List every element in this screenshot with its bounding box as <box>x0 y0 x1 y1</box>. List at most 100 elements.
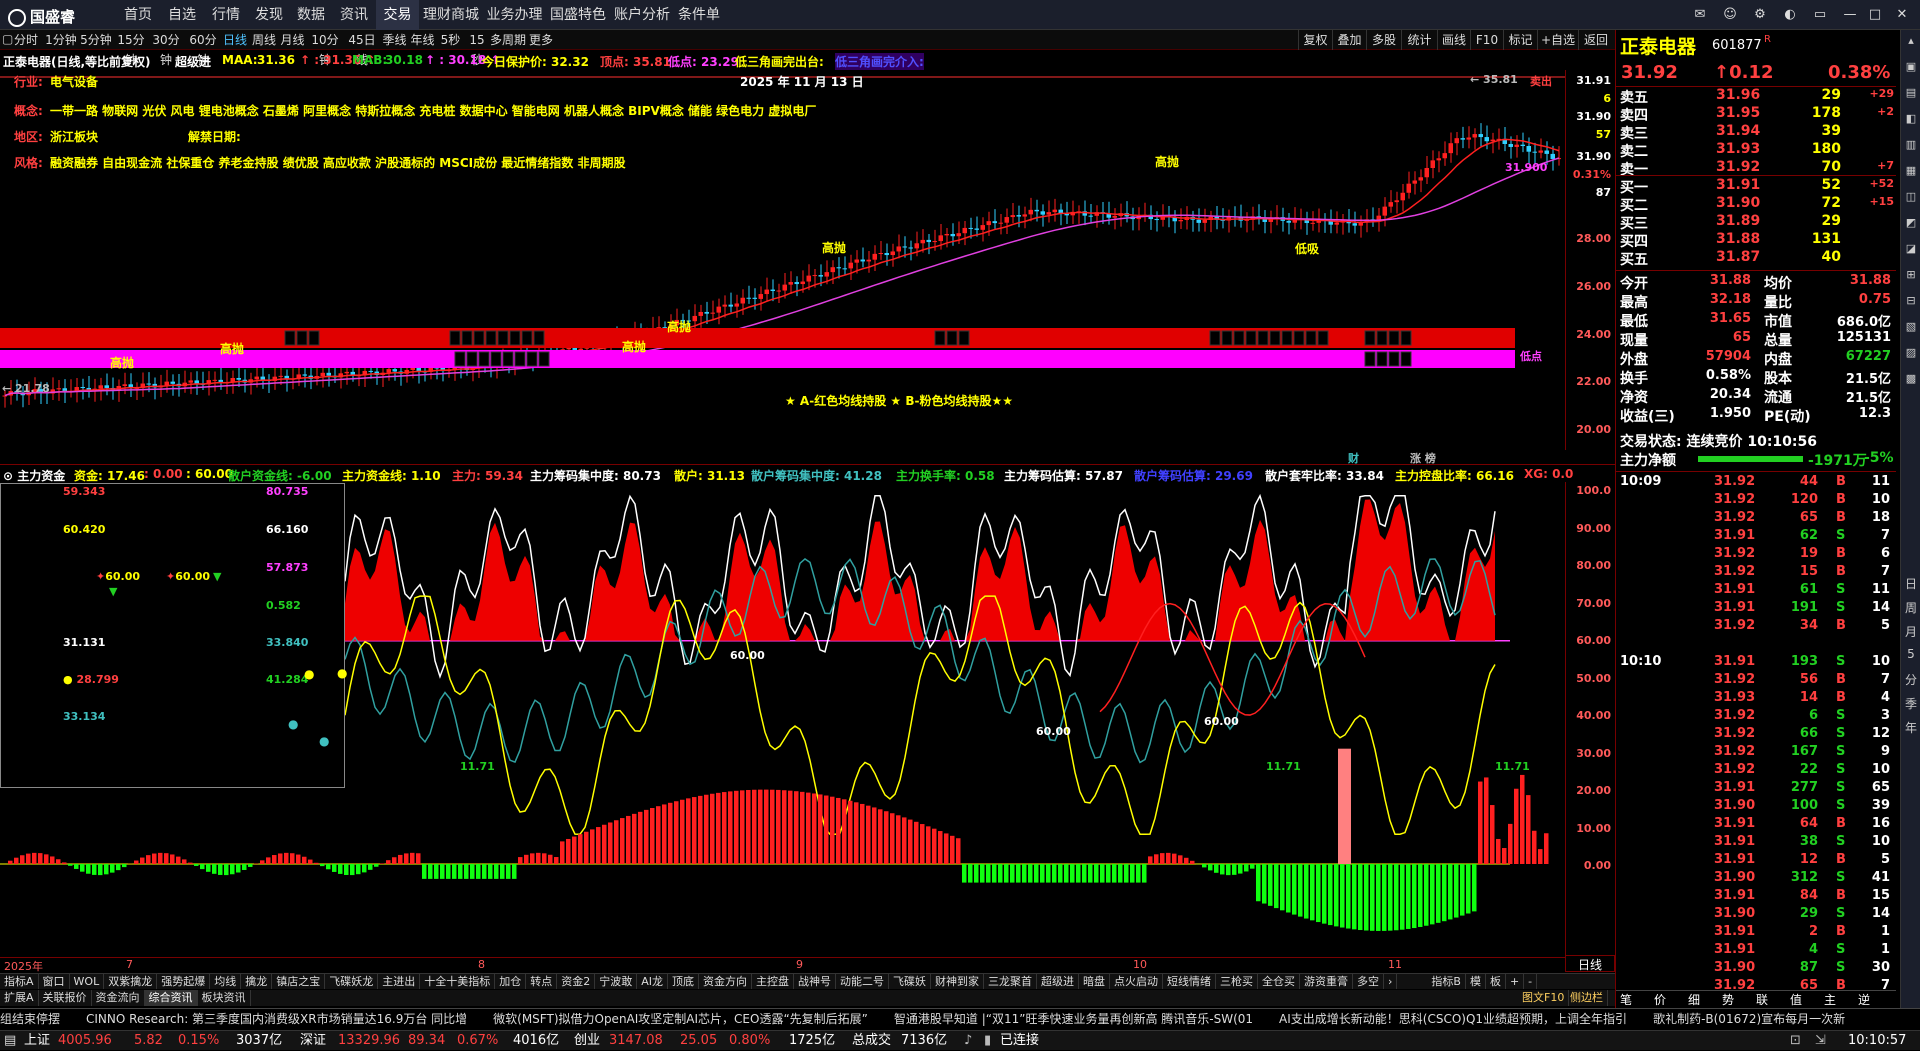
period-5[interactable]: 60分钟 <box>184 30 222 50</box>
sidebar-tool-icon-5[interactable]: ▦ <box>1901 164 1920 177</box>
period-15[interactable]: 多周期 <box>490 30 526 50</box>
detail-tab-4[interactable]: 联 <box>1756 991 1768 1008</box>
ind-tab-26[interactable]: 点火启动 <box>1110 974 1163 989</box>
sidebar-tool-icon-12[interactable]: ▨ <box>1901 346 1920 359</box>
news-item-2[interactable]: 微软(MSFT)拟借力OpenAI攻坚定制AI芯片，CEO透露“先复制后拓展” <box>493 1012 868 1026</box>
ind-tab-15[interactable]: AI龙 <box>637 974 668 989</box>
detail-tab-6[interactable]: 主 <box>1824 991 1836 1008</box>
cy-label[interactable]: 创业 <box>574 1031 600 1051</box>
info-tab-2[interactable]: 资金流向 <box>92 990 145 1006</box>
ind-tab-right-1[interactable]: 模 <box>1466 974 1486 989</box>
tool-0[interactable]: 复权 <box>1298 30 1332 50</box>
nav-11[interactable]: 条件单 <box>674 0 724 30</box>
period-1[interactable]: 1分钟 <box>44 30 78 50</box>
nav-8[interactable]: 业务办理 <box>483 0 546 30</box>
ind-tab-12[interactable]: 转点 <box>526 974 557 989</box>
period-4[interactable]: 30分钟 <box>148 30 184 50</box>
ind-tab-1[interactable]: 窗口 <box>39 974 70 989</box>
ind-tab-30[interactable]: 游资重膏 <box>1300 974 1353 989</box>
nav-6[interactable]: 交易 <box>376 0 419 30</box>
ind-tab-right-0[interactable]: 指标B <box>1427 974 1466 989</box>
ind-tab-5[interactable]: 均线 <box>210 974 241 989</box>
bell-icon[interactable]: ♪ <box>964 1031 972 1051</box>
app-logo[interactable]: 国盛睿 <box>8 6 75 27</box>
tool-6[interactable]: 标记 <box>1503 30 1537 50</box>
detail-tab-5[interactable]: 值 <box>1790 991 1802 1008</box>
sidebar-period-2[interactable]: 月 <box>1901 623 1920 640</box>
layout-icon[interactable]: ▭ <box>1810 5 1830 25</box>
ind-tab-23[interactable]: 三龙聚首 <box>984 974 1037 989</box>
period-7[interactable]: 周线 <box>250 30 278 50</box>
ind-tab-27[interactable]: 短线情绪 <box>1163 974 1216 989</box>
ind-tab-7[interactable]: 镇店之宝 <box>272 974 325 989</box>
sidebar-tool-icon-7[interactable]: ◩ <box>1901 216 1920 229</box>
info-tab-3[interactable]: 综合资讯 <box>145 990 198 1006</box>
period-11[interactable]: 季线 <box>381 30 408 50</box>
ind-tab-31[interactable]: 多空 <box>1353 974 1384 989</box>
ind-tab-right-3[interactable]: + <box>1506 974 1524 989</box>
nav-5[interactable]: 资讯 <box>332 0 376 30</box>
expand-icon[interactable]: ⇲ <box>1815 1031 1826 1051</box>
ind-tab-6[interactable]: 擒龙 <box>241 974 272 989</box>
nav-2[interactable]: 行情 <box>204 0 248 30</box>
tool-1[interactable]: 叠加 <box>1332 30 1366 50</box>
tick-list[interactable]: 10:0931.9244B1131.92120B1031.9265B1831.9… <box>1616 471 1896 1013</box>
nav-0[interactable]: 首页 <box>116 0 160 30</box>
sh-label[interactable]: 上证 <box>24 1031 50 1051</box>
message-icon[interactable]: ✉ <box>1690 5 1710 25</box>
sz-label[interactable]: 深证 <box>300 1031 326 1051</box>
info-tab-right-1[interactable]: 侧边栏 <box>1566 990 1608 1006</box>
sidebar-period-0[interactable]: 日 <box>1901 575 1920 592</box>
ind-tab-14[interactable]: 宁波敢 <box>595 974 637 989</box>
ind-tab-17[interactable]: 资金方向 <box>699 974 752 989</box>
period-2[interactable]: 5分钟 <box>79 30 113 50</box>
sidebar-period-4[interactable]: 分 <box>1901 671 1920 688</box>
sidebar-tool-icon-9[interactable]: ⊞ <box>1901 268 1920 281</box>
sidebar-tool-icon-8[interactable]: ◪ <box>1901 242 1920 255</box>
nav-7[interactable]: 理财商城 <box>419 0 483 30</box>
ind-tab-right-2[interactable]: 板 <box>1486 974 1506 989</box>
tool-5[interactable]: F10 <box>1470 30 1503 50</box>
minimize-icon[interactable]: — <box>1840 5 1860 25</box>
sidebar-tool-icon-10[interactable]: ⊟ <box>1901 294 1920 307</box>
ind-tab-22[interactable]: 财神到家 <box>931 974 984 989</box>
period-6[interactable]: 日线 <box>222 30 248 50</box>
tool-8[interactable]: 返回 <box>1578 30 1613 50</box>
ind-tab-21[interactable]: 飞碟妖 <box>889 974 931 989</box>
period-12[interactable]: 年线 <box>408 30 437 50</box>
tool-7[interactable]: +自选 <box>1537 30 1578 50</box>
news-item-0[interactable]: 组结束停摆 <box>0 1012 60 1026</box>
nav-10[interactable]: 账户分析 <box>610 0 674 30</box>
ind-tab-right-4[interactable]: - <box>1524 974 1537 989</box>
sidebar-period-3[interactable]: 5 <box>1901 647 1920 661</box>
detail-tab-7[interactable]: 逆 <box>1858 991 1870 1008</box>
ind-tab-2[interactable]: WOL <box>70 974 105 989</box>
ind-tab-24[interactable]: 超级进 <box>1037 974 1079 989</box>
detail-tab-2[interactable]: 细 <box>1688 991 1700 1008</box>
tab-scroll-icon[interactable]: › <box>1384 974 1397 989</box>
ind-tab-8[interactable]: 飞碟妖龙 <box>325 974 378 989</box>
close-icon[interactable]: ✕ <box>1892 5 1912 25</box>
skin-icon[interactable]: ◐ <box>1780 5 1800 25</box>
tool-4[interactable]: 画线 <box>1437 30 1470 50</box>
period-14[interactable]: 15秒 <box>464 30 490 50</box>
sidebar-period-1[interactable]: 周 <box>1901 599 1920 616</box>
sidebar-period-5[interactable]: 季 <box>1901 695 1920 712</box>
sidebar-tool-icon-13[interactable]: ▩ <box>1901 372 1920 385</box>
ind-tab-0[interactable]: 指标A <box>0 974 39 989</box>
tool-2[interactable]: 多股 <box>1366 30 1401 50</box>
period-10[interactable]: 45日线 <box>343 30 381 50</box>
ind-tab-11[interactable]: 加仓 <box>495 974 526 989</box>
period-13[interactable]: 5秒 <box>437 30 464 50</box>
sidebar-tool-icon-3[interactable]: ◧ <box>1901 112 1920 125</box>
ind-tab-4[interactable]: 强势起爆 <box>157 974 210 989</box>
service-icon[interactable]: ☺ <box>1720 5 1740 25</box>
ind-tab-29[interactable]: 全仓买 <box>1258 974 1300 989</box>
nav-3[interactable]: 发现 <box>248 0 290 30</box>
info-tab-1[interactable]: 关联报价 <box>39 990 92 1006</box>
sidebar-period-6[interactable]: 年 <box>1901 719 1920 736</box>
period-0[interactable]: 分时 <box>12 30 40 50</box>
indicator-name[interactable]: 超级进 <box>175 53 211 70</box>
ind-tab-19[interactable]: 战神号 <box>794 974 836 989</box>
ind-tab-28[interactable]: 三枪买 <box>1216 974 1258 989</box>
